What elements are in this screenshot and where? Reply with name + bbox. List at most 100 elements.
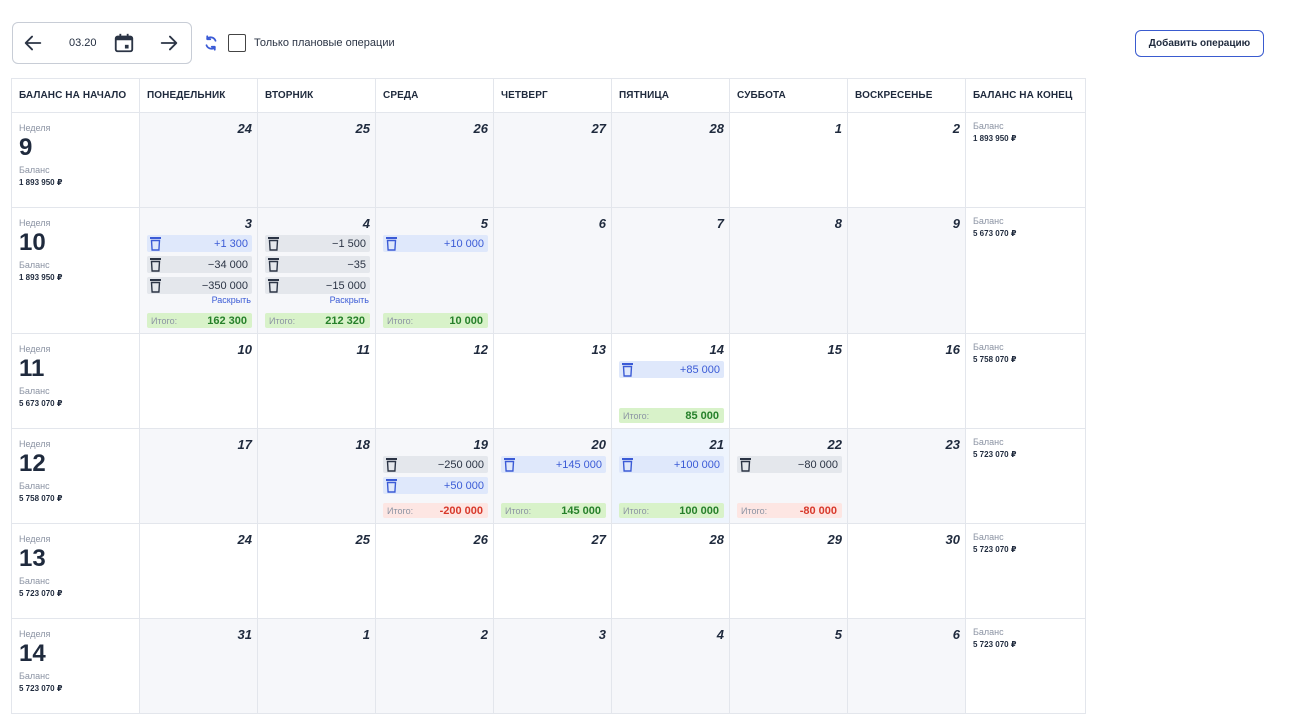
operation-item[interactable]: −1 500 [265, 235, 370, 252]
expand-link[interactable]: Раскрыть [147, 295, 252, 305]
day-total: Итого: 85 000 [619, 408, 724, 423]
day-cell[interactable]: 23 [847, 428, 966, 524]
day-cell[interactable]: 2 [375, 618, 494, 714]
trash-icon[interactable] [267, 236, 280, 251]
operation-item[interactable]: +50 000 [383, 477, 488, 494]
day-cell[interactable]: 20 +145 000 Итого: 145 000 [493, 428, 612, 524]
operation-item[interactable]: −35 [265, 256, 370, 273]
day-cell[interactable]: 28 [611, 523, 730, 619]
week-end-cell: Баланс 5 673 070 ₽ [965, 207, 1086, 334]
day-cell[interactable]: 26 [375, 523, 494, 619]
day-cell[interactable]: 17 [139, 428, 258, 524]
delete-operation-button[interactable] [385, 457, 398, 472]
operation-item[interactable]: −80 000 [737, 456, 842, 473]
delete-operation-button[interactable] [621, 362, 634, 377]
day-cell[interactable]: 14 +85 000 Итого: 85 000 [611, 333, 730, 429]
day-cell[interactable]: 8 [729, 207, 848, 334]
delete-operation-button[interactable] [503, 457, 516, 472]
day-number: 31 [237, 627, 252, 642]
delete-operation-button[interactable] [621, 457, 634, 472]
day-cell[interactable]: 10 [139, 333, 258, 429]
trash-icon[interactable] [149, 257, 162, 272]
day-cell[interactable]: 24 [139, 112, 258, 208]
only-planned-checkbox[interactable] [228, 34, 246, 52]
operation-item[interactable]: +1 300 [147, 235, 252, 252]
delete-operation-button[interactable] [385, 478, 398, 493]
day-cell[interactable]: 2 [847, 112, 966, 208]
day-cell[interactable]: 12 [375, 333, 494, 429]
end-balance: 5 758 070 ₽ [973, 355, 1017, 364]
trash-icon[interactable] [739, 457, 752, 472]
operation-item[interactable]: +10 000 [383, 235, 488, 252]
trash-icon[interactable] [621, 362, 634, 377]
operation-item[interactable]: +145 000 [501, 456, 606, 473]
day-cell[interactable]: 1 [729, 112, 848, 208]
sync-icon[interactable] [202, 34, 220, 52]
day-cell[interactable]: 19 −250 000 +50 000 Итого: -200 000 [375, 428, 494, 524]
delete-operation-button[interactable] [267, 236, 280, 251]
day-cell[interactable]: 27 [493, 523, 612, 619]
operation-amount: −250 000 [437, 458, 484, 471]
day-cell[interactable]: 3 [493, 618, 612, 714]
operation-item[interactable]: +100 000 [619, 456, 724, 473]
week-label: Неделя [19, 123, 51, 133]
delete-operation-button[interactable] [739, 457, 752, 472]
day-number: 3 [598, 627, 606, 642]
day-cell[interactable]: 21 +100 000 Итого: 100 000 [611, 428, 730, 524]
day-total: Итого: 145 000 [501, 503, 606, 518]
day-cell[interactable]: 11 [257, 333, 376, 429]
day-cell[interactable]: 18 [257, 428, 376, 524]
prev-period-button[interactable] [21, 31, 45, 55]
delete-operation-button[interactable] [267, 278, 280, 293]
operation-item[interactable]: +85 000 [619, 361, 724, 378]
calendar-icon[interactable] [113, 32, 135, 54]
day-cell[interactable]: 25 [257, 112, 376, 208]
trash-icon[interactable] [149, 236, 162, 251]
delete-operation-button[interactable] [149, 236, 162, 251]
day-cell[interactable]: 24 [139, 523, 258, 619]
trash-icon[interactable] [385, 457, 398, 472]
day-cell[interactable]: 9 [847, 207, 966, 334]
day-cell[interactable]: 29 [729, 523, 848, 619]
delete-operation-button[interactable] [385, 236, 398, 251]
trash-icon[interactable] [385, 236, 398, 251]
delete-operation-button[interactable] [267, 257, 280, 272]
day-number: 12 [473, 342, 488, 357]
day-cell[interactable]: 28 [611, 112, 730, 208]
trash-icon[interactable] [503, 457, 516, 472]
day-cell[interactable]: 7 [611, 207, 730, 334]
day-cell[interactable]: 1 [257, 618, 376, 714]
day-cell[interactable]: 4 [611, 618, 730, 714]
trash-icon[interactable] [621, 457, 634, 472]
day-cell[interactable]: 13 [493, 333, 612, 429]
delete-operation-button[interactable] [149, 278, 162, 293]
trash-icon[interactable] [267, 278, 280, 293]
day-cell[interactable]: 6 [847, 618, 966, 714]
day-cell[interactable]: 31 [139, 618, 258, 714]
day-number: 17 [237, 437, 252, 452]
trash-icon[interactable] [267, 257, 280, 272]
day-cell[interactable]: 5 +10 000 Итого: 10 000 [375, 207, 494, 334]
operation-item[interactable]: −34 000 [147, 256, 252, 273]
delete-operation-button[interactable] [149, 257, 162, 272]
day-cell[interactable]: 27 [493, 112, 612, 208]
trash-icon[interactable] [385, 478, 398, 493]
day-cell[interactable]: 25 [257, 523, 376, 619]
day-cell[interactable]: 22 −80 000 Итого: -80 000 [729, 428, 848, 524]
day-cell[interactable]: 4 −1 500 −35 −15 000 Раскрыть Итого: 212 320 [257, 207, 376, 334]
day-cell[interactable]: 16 [847, 333, 966, 429]
operation-item[interactable]: −350 000 [147, 277, 252, 294]
day-number: 9 [952, 216, 960, 231]
day-cell[interactable]: 26 [375, 112, 494, 208]
trash-icon[interactable] [149, 278, 162, 293]
add-operation-button[interactable]: Добавить операцию [1135, 30, 1264, 57]
day-cell[interactable]: 6 [493, 207, 612, 334]
operation-item[interactable]: −250 000 [383, 456, 488, 473]
day-cell[interactable]: 15 [729, 333, 848, 429]
operation-item[interactable]: −15 000 [265, 277, 370, 294]
day-cell[interactable]: 30 [847, 523, 966, 619]
day-cell[interactable]: 3 +1 300 −34 000 −350 000 Раскрыть Итого: 162 … [139, 207, 258, 334]
next-period-button[interactable] [157, 31, 181, 55]
day-cell[interactable]: 5 [729, 618, 848, 714]
expand-link[interactable]: Раскрыть [265, 295, 370, 305]
